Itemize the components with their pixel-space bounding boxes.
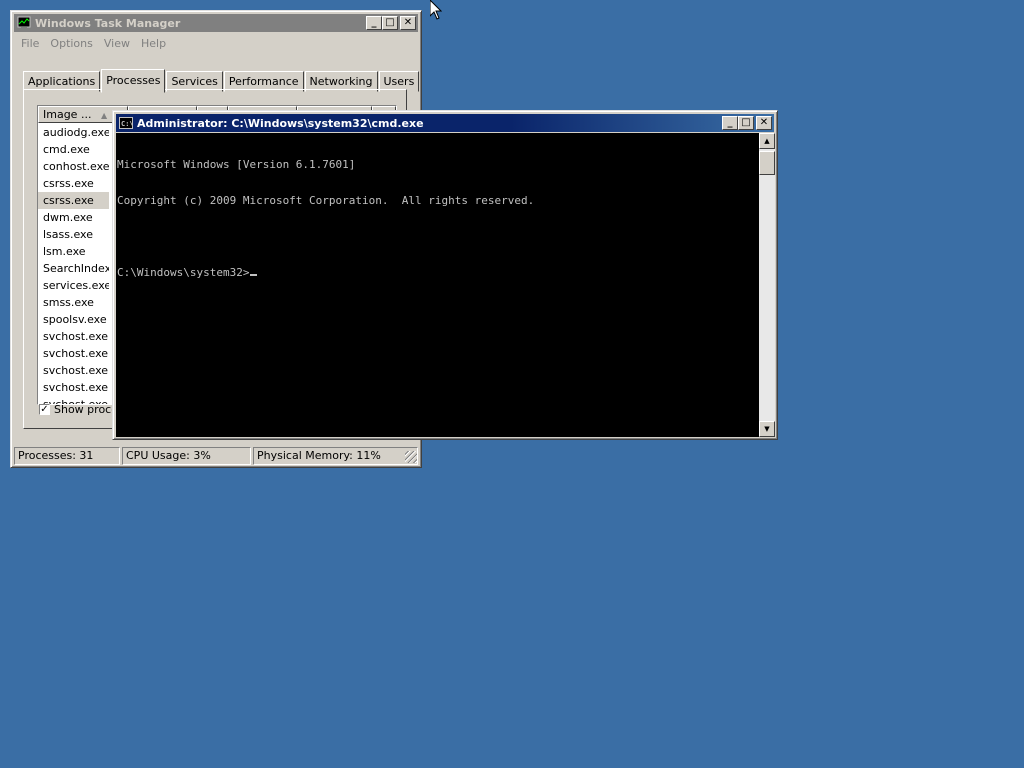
process-row[interactable]: svchost.exe — [38, 362, 109, 379]
console-prompt: C:\Windows\system32> — [117, 266, 250, 279]
cmd-title: Administrator: C:\Windows\system32\cmd.e… — [137, 116, 424, 130]
process-row[interactable]: dwm.exe — [38, 209, 109, 226]
scroll-up-arrow-icon[interactable]: ▲ — [759, 133, 775, 149]
process-row[interactable]: svchost.exe — [38, 328, 109, 345]
menu-bar: File Options View Help — [17, 35, 173, 52]
process-row[interactable]: svchost.exe — [38, 345, 109, 362]
scroll-down-arrow-icon[interactable]: ▼ — [759, 421, 775, 437]
process-row[interactable]: conhost.exe — [38, 158, 109, 175]
maximize-button[interactable]: □ — [382, 16, 398, 30]
menu-help[interactable]: Help — [137, 35, 173, 52]
sort-ascending-icon: ▲ — [100, 111, 108, 120]
close-icon: ✕ — [759, 117, 769, 128]
process-row[interactable]: services.exe — [38, 277, 109, 294]
process-row[interactable]: csrss.exe — [38, 192, 109, 209]
tab-processes[interactable]: Processes — [101, 69, 166, 93]
close-button[interactable]: ✕ — [400, 16, 416, 30]
text-cursor — [250, 274, 258, 276]
console-output[interactable]: Microsoft Windows [Version 6.1.7601] Cop… — [116, 133, 759, 437]
maximize-icon: □ — [385, 17, 395, 28]
column-image-name-label: Image ... — [43, 108, 92, 121]
process-row[interactable]: csrss.exe — [38, 175, 109, 192]
process-row[interactable]: cmd.exe — [38, 141, 109, 158]
process-row[interactable]: SearchIndexe — [38, 260, 109, 277]
cmd-vertical-scrollbar[interactable]: ▲ ▼ — [759, 133, 775, 437]
show-processes-checkbox[interactable]: ✓ — [39, 404, 50, 415]
task-manager-icon — [17, 16, 31, 29]
process-rows: audiodg.exe cmd.exe conhost.exe csrss.exe cs… — [38, 124, 109, 404]
process-row[interactable]: lsass.exe — [38, 226, 109, 243]
mouse-pointer-icon — [430, 0, 442, 20]
menu-file[interactable]: File — [17, 35, 46, 52]
status-physical-memory: Physical Memory: 11% — [253, 447, 418, 465]
process-row[interactable]: smss.exe — [38, 294, 109, 311]
show-processes-option[interactable]: ✓ Show proce — [39, 403, 118, 416]
process-row[interactable]: audiodg.exe — [38, 124, 109, 141]
cmd-titlebar[interactable]: C:\ Administrator: C:\Windows\system32\c… — [116, 114, 774, 132]
cmd-minimize-button[interactable]: _ — [722, 116, 738, 130]
scrollbar-thumb[interactable] — [759, 151, 775, 175]
process-row[interactable]: lsm.exe — [38, 243, 109, 260]
console-line-version: Microsoft Windows [Version 6.1.7601] — [117, 158, 356, 171]
status-cpu-usage: CPU Usage: 3% — [122, 447, 251, 465]
cmd-close-button[interactable]: ✕ — [756, 116, 772, 130]
process-row[interactable]: spoolsv.exe — [38, 311, 109, 328]
menu-view[interactable]: View — [100, 35, 137, 52]
menu-options[interactable]: Options — [46, 35, 99, 52]
task-manager-titlebar[interactable]: Windows Task Manager _ □ ✕ — [14, 14, 418, 32]
minimize-icon: _ — [727, 117, 733, 128]
console-line-copyright: Copyright (c) 2009 Microsoft Corporation… — [117, 194, 535, 207]
minimize-button[interactable]: _ — [366, 16, 382, 30]
console-prompt-line: C:\Windows\system32> — [117, 267, 759, 279]
resize-grip-icon[interactable] — [405, 451, 417, 463]
cmd-icon: C:\ — [119, 117, 133, 129]
maximize-icon: □ — [741, 117, 751, 128]
process-row[interactable]: svchost.exe — [38, 379, 109, 396]
svg-text:C:\: C:\ — [121, 120, 133, 128]
checkmark-icon: ✓ — [40, 404, 49, 415]
status-processes: Processes: 31 — [14, 447, 120, 465]
cmd-maximize-button[interactable]: □ — [738, 116, 754, 130]
status-bar: Processes: 31 CPU Usage: 3% Physical Mem… — [14, 447, 418, 465]
show-processes-label: Show proce — [54, 403, 118, 416]
close-icon: ✕ — [403, 17, 413, 28]
task-manager-title: Windows Task Manager — [35, 16, 181, 30]
cmd-window[interactable]: C:\ Administrator: C:\Windows\system32\c… — [112, 110, 778, 440]
minimize-icon: _ — [371, 17, 377, 28]
